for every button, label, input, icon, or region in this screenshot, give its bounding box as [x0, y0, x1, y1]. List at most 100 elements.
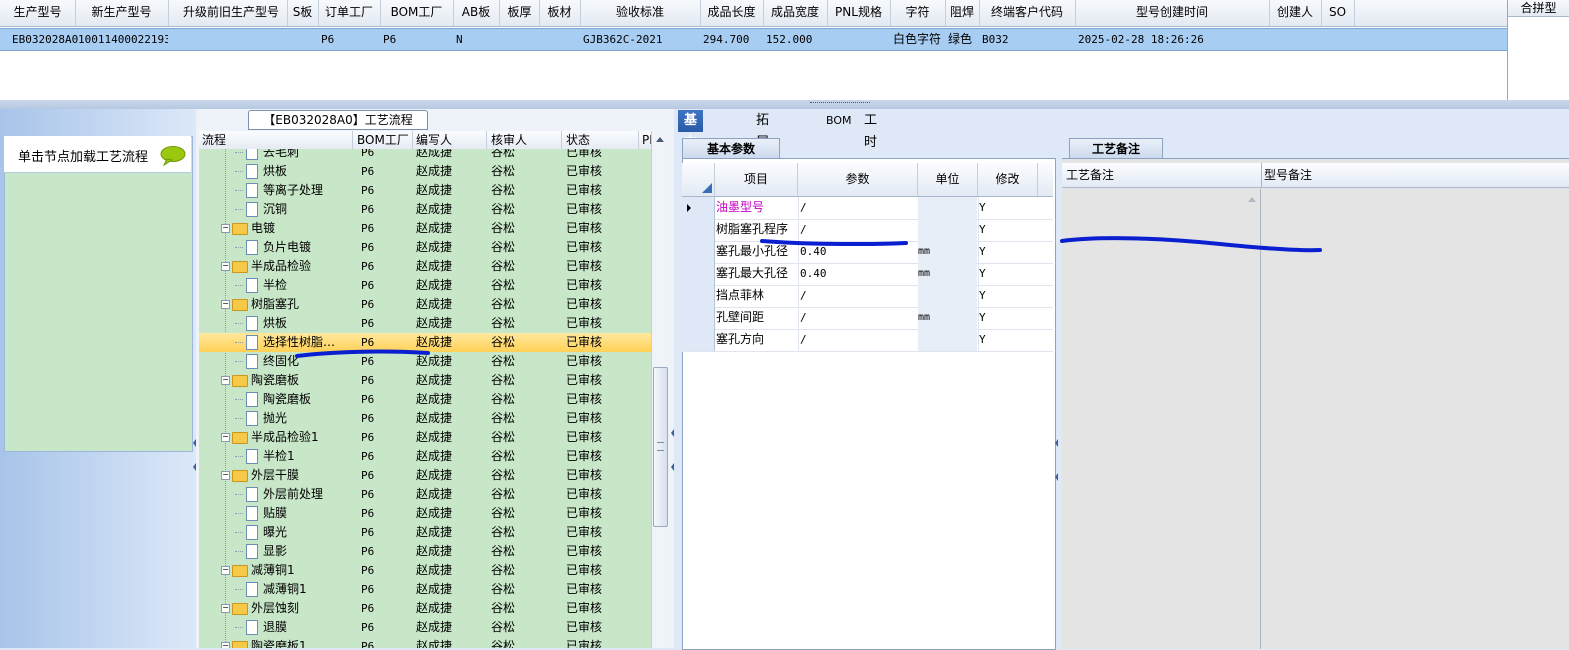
row-header[interactable] — [682, 263, 715, 285]
tree-node[interactable]: 沉铜 — [235, 200, 287, 219]
collapse-icon[interactable]: − — [221, 604, 230, 613]
collapse-icon[interactable]: − — [221, 262, 230, 271]
tree-node[interactable]: 半检 — [235, 276, 287, 295]
param-modify-flag[interactable]: Y — [978, 285, 1037, 307]
tree-row[interactable]: − 陶瓷磨板1 P6 赵成捷 谷松 已审核 — [199, 637, 651, 648]
model-grid-col-7[interactable]: 板厚 — [500, 0, 540, 26]
process-remark-cell[interactable] — [1062, 189, 1261, 649]
param-unit[interactable] — [918, 197, 977, 219]
param-row[interactable]: 树脂塞孔程序 / Y — [682, 219, 1053, 242]
model-grid-selected-row[interactable]: EB032028A0 10011400022193 P6 P6 N GJB362C-202… — [0, 28, 1507, 51]
model-grid-cell-18[interactable] — [1324, 29, 1354, 50]
load-flow-node[interactable]: 单击节点加载工艺流程 — [4, 136, 191, 173]
model-grid-cell-4[interactable]: P6 — [321, 29, 380, 50]
param-modify-flag[interactable]: Y — [978, 263, 1037, 285]
tree-row[interactable]: 去毛刺 P6 赵成捷 谷松 已审核 — [199, 149, 651, 162]
tree-node[interactable]: 烘板 — [235, 162, 287, 181]
col-status[interactable]: 状态 — [563, 131, 639, 149]
param-row[interactable]: 塞孔最小孔径 0.40 mm Y — [682, 241, 1053, 264]
tree-row[interactable]: 烘板 P6 赵成捷 谷松 已审核 — [199, 314, 651, 333]
tab-basic-info[interactable]: 基本信息 — [678, 110, 704, 194]
param-value-input[interactable]: / — [798, 329, 918, 351]
scroll-up-icon[interactable] — [655, 135, 665, 143]
model-grid-col-0[interactable]: 生产型号 — [0, 0, 76, 26]
model-grid-cell-5[interactable]: P6 — [383, 29, 453, 50]
param-row[interactable]: 孔壁间距 / mm Y — [682, 307, 1053, 330]
tree-row[interactable]: 沉铜 P6 赵成捷 谷松 已审核 — [199, 200, 651, 219]
col-flow[interactable]: 流程 — [199, 131, 353, 149]
tree-node[interactable]: 负片电镀 — [235, 238, 311, 257]
tree-row[interactable]: 退膜 P6 赵成捷 谷松 已审核 — [199, 618, 651, 637]
model-grid-cell-3[interactable] — [290, 29, 318, 50]
tree-row[interactable]: 外层前处理 P6 赵成捷 谷松 已审核 — [199, 485, 651, 504]
tree-node[interactable]: − 电镀 — [221, 219, 275, 238]
param-value-input[interactable]: / — [798, 197, 918, 219]
col-unit[interactable]: 单位 — [918, 163, 978, 196]
model-grid-col-10[interactable]: 成品长度 — [700, 0, 764, 26]
tree-node[interactable]: − 半成品检验 — [221, 257, 311, 276]
tree-node[interactable]: − 陶瓷磨板1 — [221, 637, 307, 648]
param-value-input[interactable]: 0.40 — [798, 241, 918, 263]
param-value-input[interactable]: / — [798, 307, 918, 329]
model-grid-cell-0[interactable]: EB032028A0 — [12, 29, 84, 50]
horizontal-splitter[interactable] — [0, 100, 1569, 109]
tree-row[interactable]: 等离子处理 P6 赵成捷 谷松 已审核 — [199, 181, 651, 200]
col-model-remark[interactable]: 型号备注 — [1264, 163, 1464, 187]
tree-row[interactable]: 半检 P6 赵成捷 谷松 已审核 — [199, 276, 651, 295]
tree-row[interactable]: − 减薄铜1 P6 赵成捷 谷松 已审核 — [199, 561, 651, 580]
model-grid-cell-1[interactable]: 10011400022193 — [78, 29, 168, 50]
tree-row[interactable]: − 树脂塞孔 P6 赵成捷 谷松 已审核 — [199, 295, 651, 314]
model-grid-col-18[interactable]: SO — [1321, 0, 1355, 26]
param-unit[interactable]: mm — [918, 241, 977, 263]
tree-node[interactable]: 烘板 — [235, 314, 287, 333]
tree-row[interactable]: − 外层干膜 P6 赵成捷 谷松 已审核 — [199, 466, 651, 485]
tree-node[interactable]: 减薄铜1 — [235, 580, 307, 599]
model-grid-cell-13[interactable]: 白色字符 — [893, 29, 945, 50]
tree-row[interactable]: 显影 P6 赵成捷 谷松 已审核 — [199, 542, 651, 561]
collapse-icon[interactable]: − — [221, 471, 230, 480]
scroll-up-icon[interactable] — [1247, 195, 1257, 203]
model-grid-cell-2[interactable] — [178, 29, 287, 50]
tree-node[interactable]: 退膜 — [235, 618, 287, 637]
model-grid-col-14[interactable]: 阻焊 — [945, 0, 980, 26]
tree-node[interactable]: − 半成品检验1 — [221, 428, 319, 447]
param-value-input[interactable]: 0.40 — [798, 263, 918, 285]
model-grid-cell-8[interactable] — [542, 29, 580, 50]
model-grid-cell-11[interactable]: 152.000 — [766, 29, 827, 50]
model-grid-col-11[interactable]: 成品宽度 — [763, 0, 828, 26]
model-grid-col-9[interactable]: 验收标准 — [580, 0, 701, 26]
tree-node[interactable]: 去毛刺 — [235, 149, 299, 162]
col-param[interactable]: 参数 — [798, 163, 918, 196]
tree-row[interactable]: 贴膜 P6 赵成捷 谷松 已审核 — [199, 504, 651, 523]
row-header[interactable] — [682, 197, 715, 219]
tree-row[interactable]: − 半成品检验1 P6 赵成捷 谷松 已审核 — [199, 428, 651, 447]
tree-node[interactable]: − 减薄铜1 — [221, 561, 295, 580]
tree-node[interactable]: 等离子处理 — [235, 181, 323, 200]
collapse-icon[interactable]: − — [221, 566, 230, 575]
model-grid-col-16[interactable]: 型号创建时间 — [1075, 0, 1270, 26]
collapse-icon[interactable]: − — [221, 433, 230, 442]
param-unit[interactable] — [918, 329, 977, 351]
row-header[interactable] — [682, 241, 715, 263]
tree-row[interactable]: − 半成品检验 P6 赵成捷 谷松 已审核 — [199, 257, 651, 276]
model-grid-cell-16[interactable]: 2025-02-28 18:26:26 — [1078, 29, 1269, 50]
row-header[interactable] — [682, 307, 715, 329]
collapse-icon[interactable]: − — [221, 642, 230, 648]
param-value-input[interactable]: / — [798, 285, 918, 307]
col-item[interactable]: 项目 — [715, 163, 798, 196]
tree-node[interactable]: 抛光 — [235, 409, 287, 428]
tab-work-hours[interactable]: 工时 — [858, 110, 883, 150]
param-modify-flag[interactable]: Y — [978, 197, 1037, 219]
collapse-icon[interactable]: − — [221, 300, 230, 309]
tab-bom[interactable]: BOM — [820, 110, 858, 132]
param-modify-flag[interactable]: Y — [978, 219, 1037, 241]
collapse-icon[interactable]: − — [221, 376, 230, 385]
param-row[interactable]: 塞孔最大孔径 0.40 mm Y — [682, 263, 1053, 286]
model-grid-cell-10[interactable]: 294.700 — [703, 29, 763, 50]
param-row[interactable]: 塞孔方向 / Y — [682, 329, 1053, 352]
model-grid-cell-15[interactable]: B032 — [982, 29, 1075, 50]
model-grid-col-17[interactable]: 创建人 — [1269, 0, 1322, 26]
tree-node[interactable]: 半检1 — [235, 447, 295, 466]
col-writer[interactable]: 编写人 — [413, 131, 487, 149]
tree-row[interactable]: 抛光 P6 赵成捷 谷松 已审核 — [199, 409, 651, 428]
